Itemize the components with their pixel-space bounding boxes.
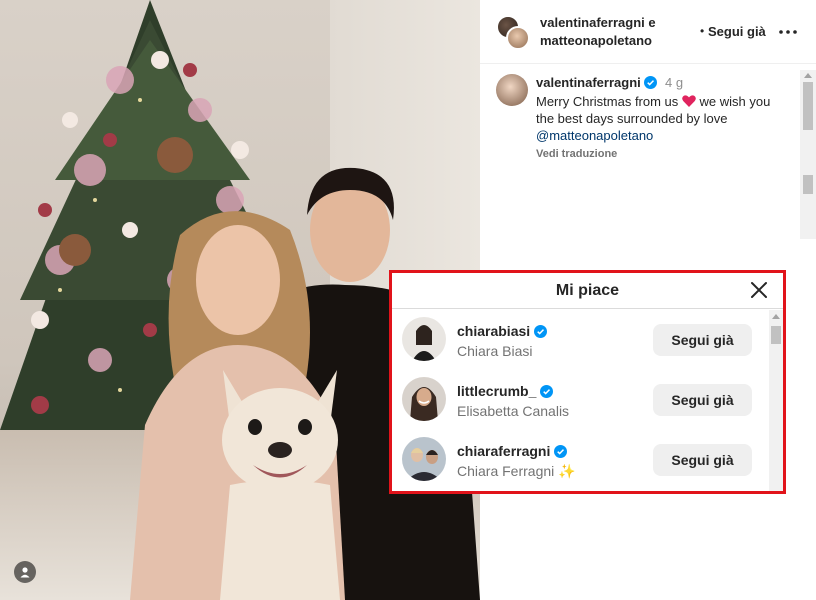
following-button[interactable]: Segui già	[708, 24, 766, 39]
like-list-item[interactable]: chiarabiasi Chiara Biasi Segui già	[392, 310, 772, 370]
close-icon[interactable]	[749, 280, 769, 300]
like-username-text[interactable]: chiarabiasi	[457, 323, 530, 339]
following-button[interactable]: Segui già	[653, 384, 752, 416]
like-full-name: Elisabetta Canalis	[457, 403, 570, 419]
caption-mention-link[interactable]: @matteonapoletano	[536, 128, 653, 143]
avatar[interactable]	[402, 317, 446, 361]
avatar[interactable]	[496, 74, 528, 106]
following-button[interactable]: Segui già	[653, 444, 752, 476]
avatar[interactable]	[402, 377, 446, 421]
caption-text-part: Merry Christmas from us	[536, 94, 682, 109]
avatar[interactable]	[402, 437, 446, 481]
like-full-name: Chiara Ferragni ✨	[457, 463, 576, 479]
caption-text: Merry Christmas from us we wish you the …	[536, 94, 770, 143]
like-username[interactable]: littlecrumb_	[457, 383, 554, 401]
see-translation-link[interactable]: Vedi traduzione	[536, 146, 786, 163]
like-list-item[interactable]: littlecrumb_ Elisabetta Canalis Segui gi…	[392, 370, 772, 430]
french-bulldog-figure	[220, 370, 340, 600]
likes-modal-header: Mi piace	[392, 273, 783, 309]
more-horizontal-icon[interactable]	[776, 20, 800, 44]
caption-body: valentinaferragni 4 g Merry Christmas fr…	[536, 74, 786, 163]
heart-emoji-icon	[682, 94, 696, 109]
like-username[interactable]: chiarabiasi	[457, 323, 548, 341]
like-list-item[interactable]: chiaraferragni Chiara Ferragni ✨ Segui g…	[392, 430, 772, 490]
verified-badge-icon	[644, 76, 658, 93]
following-button[interactable]: Segui già	[653, 324, 752, 356]
collab-username-line2[interactable]: matteonapoletano	[540, 32, 656, 50]
like-username[interactable]: chiaraferragni	[457, 443, 568, 461]
like-username-text[interactable]: littlecrumb_	[457, 383, 536, 399]
collab-avatars[interactable]	[496, 15, 530, 50]
verified-badge-icon	[540, 385, 554, 401]
likes-scrollbar[interactable]	[769, 310, 783, 491]
collab-username-line1[interactable]: valentinaferragni e	[540, 14, 656, 32]
like-full-name: Chiara Biasi	[457, 343, 533, 359]
panel-scrollbar[interactable]	[800, 70, 816, 175]
post-time[interactable]: 4 g	[665, 75, 683, 90]
separator-dot: •	[700, 24, 705, 38]
scroll-up-arrow-icon[interactable]	[772, 314, 780, 319]
like-username-text[interactable]: chiaraferragni	[457, 443, 550, 459]
likes-list: chiarabiasi Chiara Biasi Segui già littl…	[392, 309, 783, 491]
post-header: valentinaferragni e matteonapoletano • S…	[480, 0, 816, 64]
tagged-people-icon[interactable]	[14, 561, 36, 583]
scroll-up-arrow-icon[interactable]	[804, 73, 812, 78]
scrollbar-thumb[interactable]	[803, 82, 813, 130]
avatar	[506, 26, 530, 50]
collab-usernames[interactable]: valentinaferragni e matteonapoletano	[540, 14, 656, 50]
verified-badge-icon	[554, 445, 568, 461]
scrollbar-thumb[interactable]	[771, 326, 781, 344]
likes-modal-title: Mi piace	[555, 282, 620, 299]
verified-badge-icon	[534, 325, 548, 341]
caption-username[interactable]: valentinaferragni	[536, 75, 641, 90]
post-caption: valentinaferragni 4 g Merry Christmas fr…	[480, 64, 816, 239]
likes-modal: Mi piace chiarabiasi Chiara Biasi Segui …	[389, 270, 786, 494]
